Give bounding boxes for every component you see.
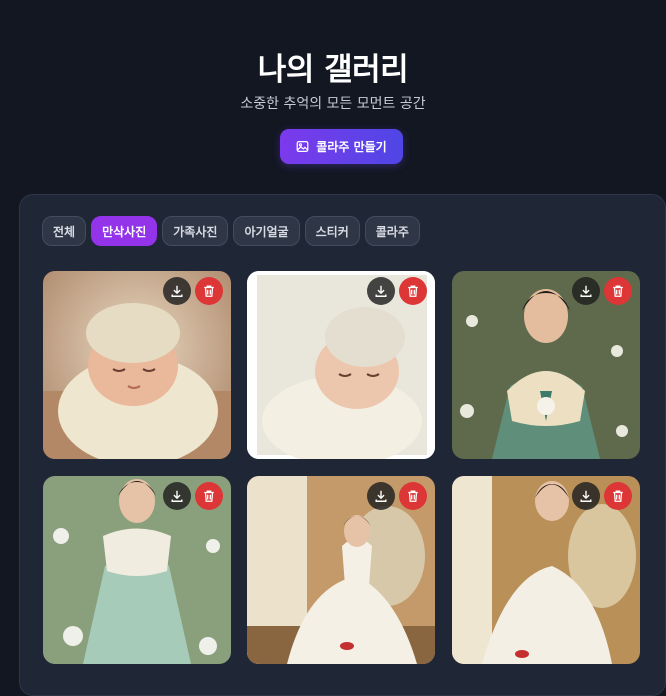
tab-collage[interactable]: 콜라주 — [364, 216, 420, 246]
tab-family[interactable]: 가족사진 — [162, 216, 229, 246]
delete-button[interactable] — [399, 482, 427, 510]
tab-sticker[interactable]: 스티커 — [304, 216, 360, 246]
download-button[interactable] — [572, 482, 600, 510]
gallery-photo-card[interactable] — [452, 476, 640, 664]
gallery-photo-card[interactable] — [452, 271, 640, 459]
gallery-photo-card[interactable] — [247, 271, 435, 459]
download-icon — [375, 285, 387, 297]
tab-all[interactable]: 전체 — [42, 216, 87, 246]
download-icon — [580, 490, 592, 502]
category-tabs: 전체 만삭사진 가족사진 아기얼굴 스티커 콜라주 — [42, 216, 420, 246]
trash-icon — [204, 490, 214, 502]
page-subtitle: 소중한 추억의 모든 모먼트 공간 — [240, 96, 426, 112]
gallery-photo-card[interactable] — [247, 476, 435, 664]
page-title: 나의 갤러리 — [257, 52, 409, 88]
download-button[interactable] — [367, 277, 395, 305]
create-collage-label: 콜라주 만들기 — [316, 140, 387, 154]
tab-maternity[interactable]: 만삭사진 — [91, 216, 158, 246]
gallery-photo-card[interactable] — [43, 476, 231, 664]
image-icon — [296, 141, 309, 152]
delete-button[interactable] — [604, 482, 632, 510]
trash-icon — [408, 285, 418, 297]
download-button[interactable] — [367, 482, 395, 510]
create-collage-button[interactable]: 콜라주 만들기 — [280, 129, 403, 164]
download-icon — [171, 490, 183, 502]
download-icon — [171, 285, 183, 297]
tab-baby-face[interactable]: 아기얼굴 — [233, 216, 300, 246]
delete-button[interactable] — [604, 277, 632, 305]
trash-icon — [204, 285, 214, 297]
download-button[interactable] — [163, 277, 191, 305]
delete-button[interactable] — [399, 277, 427, 305]
trash-icon — [613, 285, 623, 297]
gallery-photo-card[interactable] — [43, 271, 231, 459]
download-icon — [375, 490, 387, 502]
trash-icon — [613, 490, 623, 502]
delete-button[interactable] — [195, 277, 223, 305]
trash-icon — [408, 490, 418, 502]
download-button[interactable] — [163, 482, 191, 510]
download-icon — [580, 285, 592, 297]
delete-button[interactable] — [195, 482, 223, 510]
download-button[interactable] — [572, 277, 600, 305]
